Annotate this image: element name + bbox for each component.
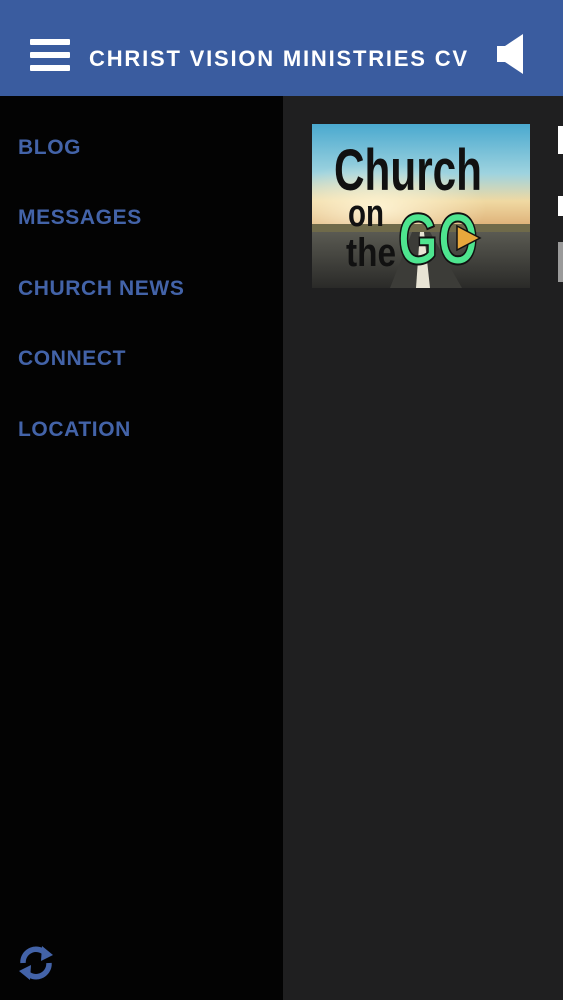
app-header: CHRIST VISION MINISTRIES CV xyxy=(0,0,563,96)
list-item-meta-peek xyxy=(558,242,563,282)
nav-item-connect[interactable]: CONNECT xyxy=(18,342,126,376)
nav-item-blog[interactable]: BLOG xyxy=(18,131,81,165)
refresh-icon[interactable] xyxy=(17,944,55,982)
speaker-icon[interactable] xyxy=(497,34,527,74)
navigation-drawer: BLOG MESSAGES CHURCH NEWS CONNECT LOCATI… xyxy=(0,96,283,1000)
thumbnail-line2: on xyxy=(348,193,384,235)
nav-item-location[interactable]: LOCATION xyxy=(18,413,131,447)
thumbnail-line3: the xyxy=(346,231,396,275)
nav-item-church-news[interactable]: CHURCH NEWS xyxy=(18,272,184,306)
content-area: Church on the GO xyxy=(283,96,563,1000)
nav-item-messages[interactable]: MESSAGES xyxy=(18,201,142,235)
list-item-subtitle-peek xyxy=(558,196,563,216)
app-title: CHRIST VISION MINISTRIES CV xyxy=(89,46,469,71)
church-on-the-go-thumbnail[interactable]: Church on the GO xyxy=(312,124,530,288)
hamburger-menu-icon[interactable] xyxy=(30,39,70,72)
list-item-title-peek xyxy=(558,126,563,154)
